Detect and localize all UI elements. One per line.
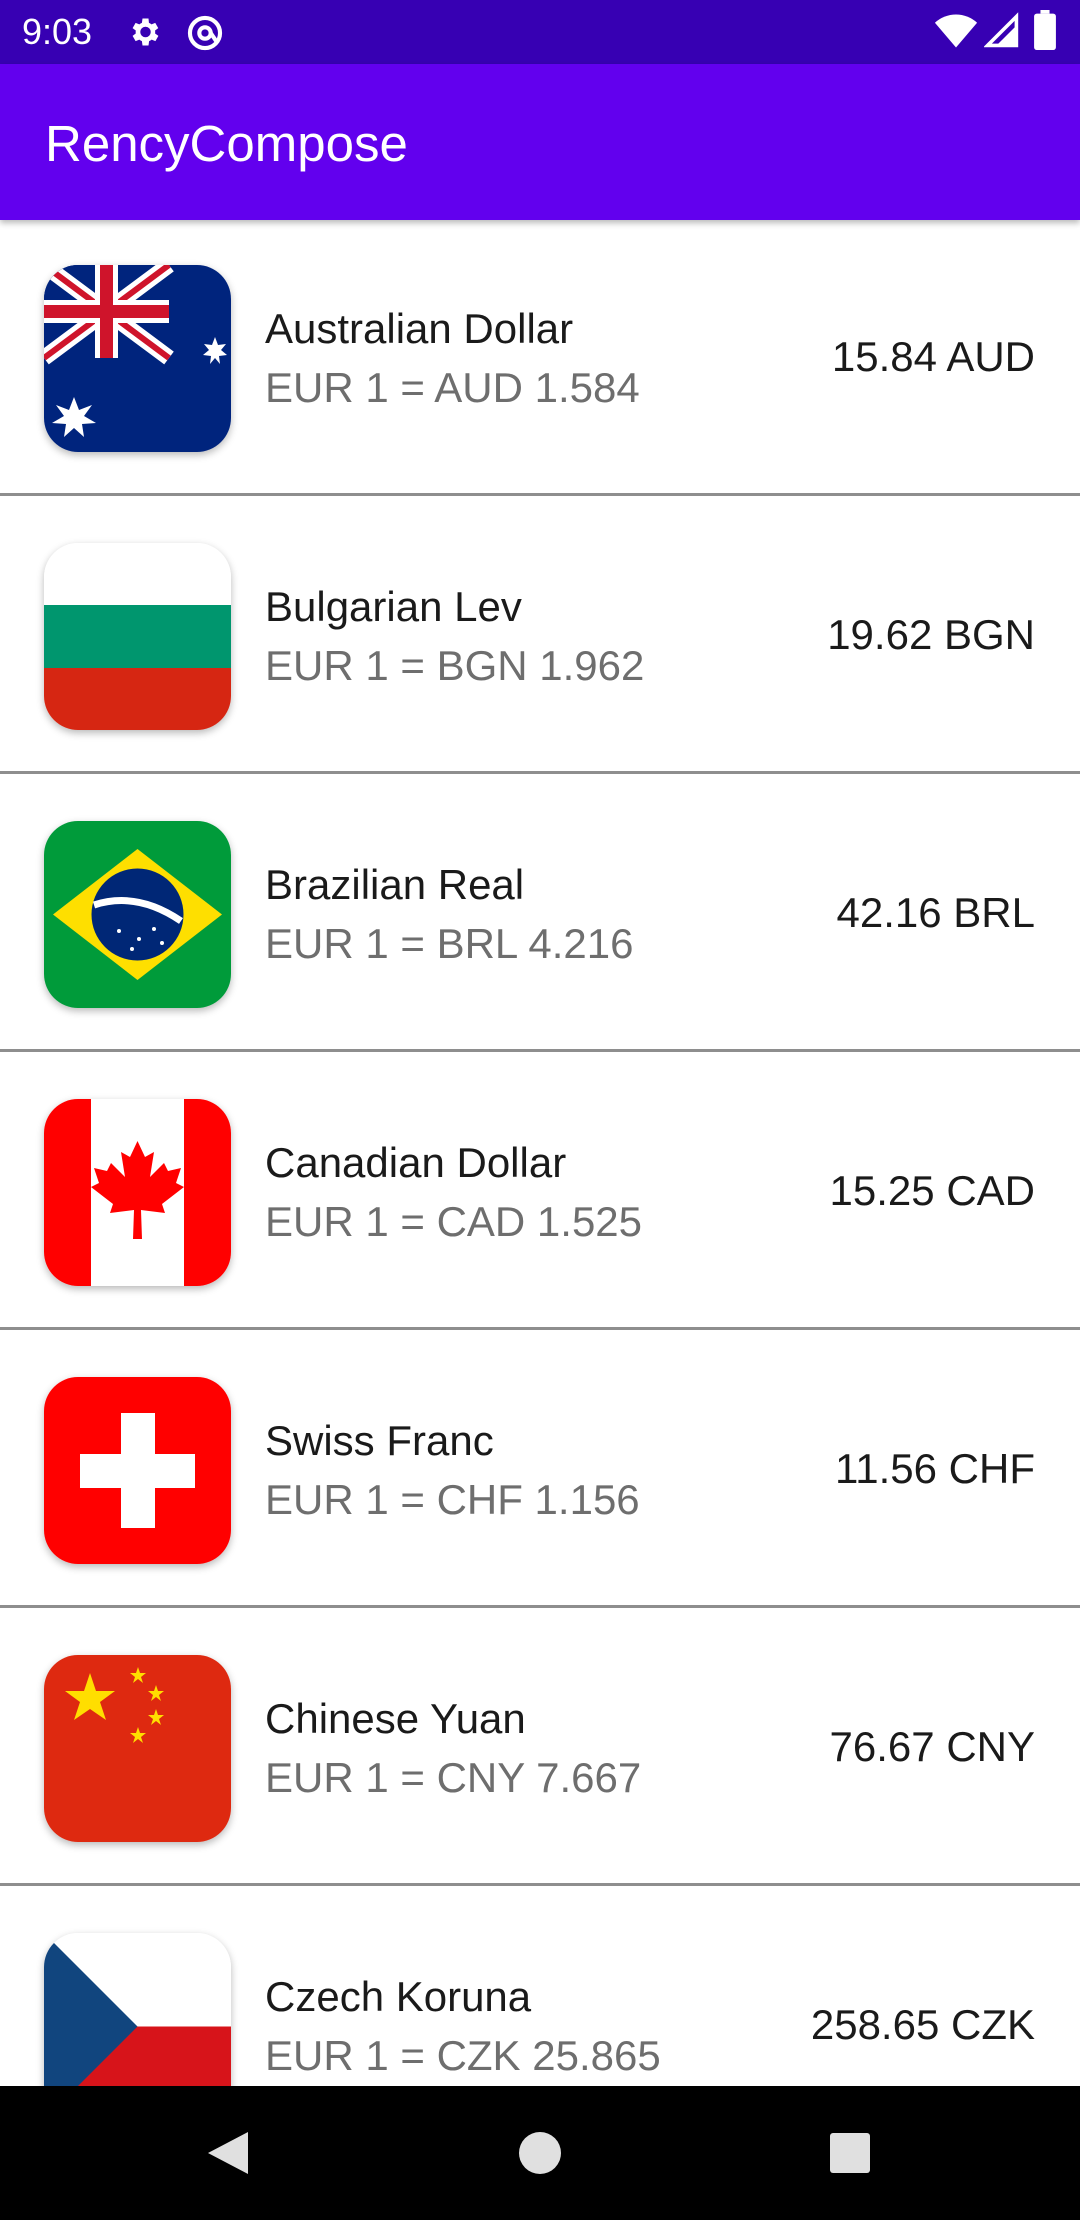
canada-flag-icon [44,1099,231,1286]
currency-rate: EUR 1 = BRL 4.216 [265,920,634,967]
currency-row-brl[interactable]: Brazilian Real EUR 1 = BRL 4.216 42.16 B… [0,776,1080,1052]
gear-icon [126,14,162,50]
currency-rate: EUR 1 = AUD 1.584 [265,364,640,411]
currency-name: Canadian Dollar [265,1139,567,1186]
cell-signal-icon [983,12,1020,48]
australia-flag-icon [44,265,231,452]
currency-amount: 76.67 CNY [829,1723,1035,1770]
navigation-bar [0,2086,1080,2220]
currency-amount: 15.25 CAD [829,1167,1035,1214]
status-bar: 9:03 [0,0,1080,64]
bulgaria-flag-icon [44,543,231,730]
status-time: 9:03 [22,11,93,52]
home-icon[interactable] [505,2118,575,2188]
at-sign-icon [186,14,223,51]
currency-amount: 19.62 BGN [827,611,1035,658]
app-bar: RencyCompose [0,64,1080,220]
currency-row-cny[interactable]: Chinese Yuan EUR 1 = CNY 7.667 76.67 CNY [0,1610,1080,1886]
currency-row-bgn[interactable]: Bulgarian Lev EUR 1 = BGN 1.962 19.62 BG… [0,498,1080,774]
currency-rate: EUR 1 = CAD 1.525 [265,1198,643,1245]
recents-icon[interactable] [815,2118,885,2188]
currency-amount: 258.65 CZK [810,2001,1035,2048]
wifi-icon [934,12,978,48]
currency-name: Swiss Franc [265,1417,494,1464]
currency-row-cad[interactable]: Canadian Dollar EUR 1 = CAD 1.525 15.25 … [0,1054,1080,1330]
back-icon[interactable] [192,2118,262,2188]
app-title: RencyCompose [45,115,408,172]
battery-icon [1034,10,1056,50]
currency-row-aud[interactable]: Australian Dollar EUR 1 = AUD 1.584 15.8… [0,220,1080,496]
currency-amount: 15.84 AUD [831,333,1035,380]
czech-flag-icon [44,1933,231,2086]
china-flag-icon [44,1655,231,1842]
currency-list[interactable]: Australian Dollar EUR 1 = AUD 1.584 15.8… [0,220,1080,2086]
currency-rate: EUR 1 = CZK 25.865 [265,2032,661,2079]
currency-name: Czech Koruna [265,1973,532,2020]
currency-row-czk[interactable]: Czech Koruna EUR 1 = CZK 25.865 258.65 C… [0,1888,1080,2086]
currency-amount: 42.16 BRL [836,889,1035,936]
currency-rate: EUR 1 = BGN 1.962 [265,642,645,689]
currency-rate: EUR 1 = CNY 7.667 [265,1754,642,1801]
currency-row-chf[interactable]: Swiss Franc EUR 1 = CHF 1.156 11.56 CHF [0,1332,1080,1608]
currency-amount: 11.56 CHF [835,1445,1035,1492]
brazil-flag-icon [44,821,231,1008]
currency-rate: EUR 1 = CHF 1.156 [265,1476,640,1523]
app-screen: 9:03 RencyCompose Australian Dollar EUR … [0,0,1080,2220]
currency-name: Chinese Yuan [265,1695,526,1742]
currency-name: Brazilian Real [265,861,525,908]
switzerland-flag-icon [44,1377,231,1564]
currency-name: Australian Dollar [265,305,574,352]
currency-name: Bulgarian Lev [265,583,522,630]
